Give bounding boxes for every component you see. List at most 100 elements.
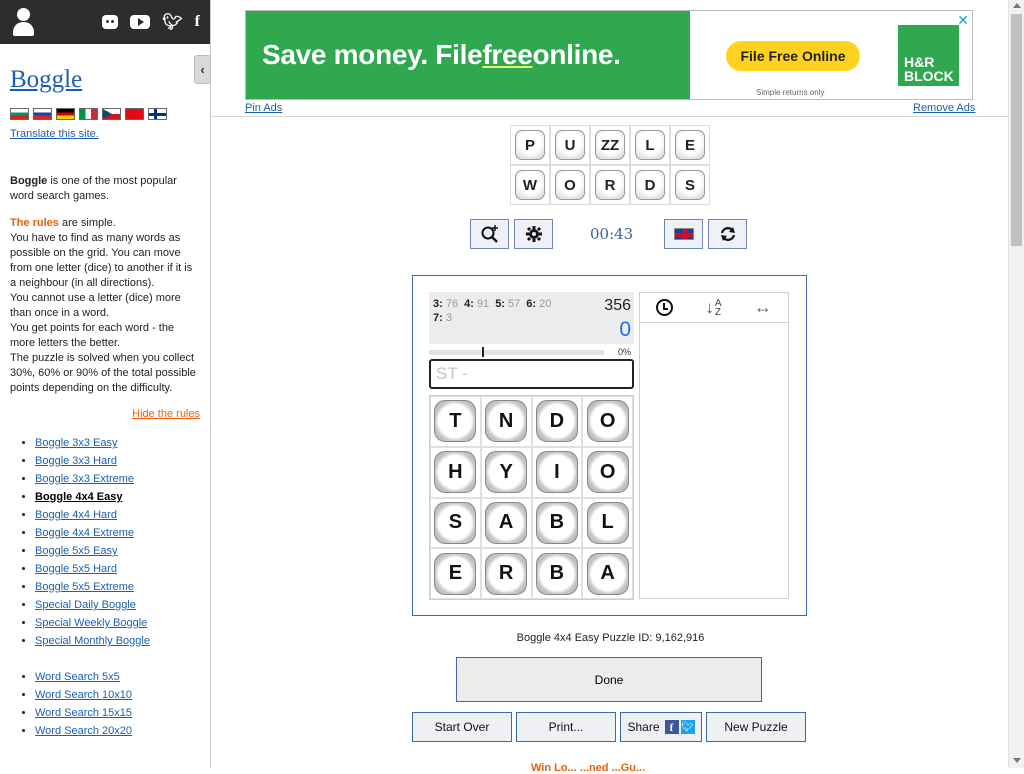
word-length-count: 6: 20 — [526, 298, 552, 310]
remove-ads-link[interactable]: Remove Ads — [913, 102, 975, 114]
sort-alpha-icon[interactable]: ↓ A Z — [705, 298, 721, 317]
game-link[interactable]: Boggle 4x4 Extreme — [35, 527, 134, 539]
grid-cell: S — [430, 497, 481, 549]
site-title[interactable]: Boggle — [10, 66, 82, 94]
grid-cell: B — [531, 548, 583, 599]
logo-tile: P — [510, 125, 550, 165]
letter-die[interactable]: A — [485, 501, 528, 544]
word-search-link[interactable]: Word Search 10x10 — [35, 689, 132, 701]
page-scrollbar[interactable] — [1008, 0, 1024, 768]
rules-body-2: You cannot use a letter (dice) more than… — [10, 292, 181, 319]
letter-die[interactable]: N — [485, 400, 528, 443]
word-search-link[interactable]: Word Search 5x5 — [35, 671, 120, 683]
puzzle-words-logo: P U ZZ L E W O R D S — [510, 125, 710, 205]
scroll-down-icon[interactable] — [1013, 758, 1021, 763]
twitter-icon[interactable]: 🐦︎ — [162, 12, 182, 32]
word-search-list-item: Word Search 20x20 — [35, 722, 200, 740]
clock-icon[interactable] — [656, 299, 674, 316]
letter-die[interactable]: I — [535, 451, 578, 494]
game-link[interactable]: Special Daily Boggle — [35, 599, 136, 611]
share-button[interactable]: Share f 🐦︎ — [620, 712, 702, 742]
game-link[interactable]: Special Monthly Boggle — [35, 635, 150, 647]
word-input[interactable] — [429, 359, 634, 389]
game-list-item: Boggle 4x4 Extreme — [35, 524, 200, 542]
scroll-up-icon[interactable] — [1013, 3, 1021, 8]
ad-cta-button[interactable]: File Free Online — [726, 41, 860, 71]
ad-banner[interactable]: Save money. File free online. File Free … — [245, 10, 973, 100]
flag-turkish-icon[interactable] — [125, 108, 144, 120]
letter-die[interactable]: D — [535, 400, 578, 443]
game-link[interactable]: Boggle 5x5 Hard — [35, 563, 117, 575]
game-link[interactable]: Boggle 4x4 Easy — [35, 491, 122, 503]
scroll-thumb[interactable] — [1011, 14, 1022, 246]
letter-die[interactable]: A — [586, 552, 629, 595]
letter-die[interactable]: E — [434, 552, 477, 595]
flag-bulgarian-icon[interactable] — [10, 108, 29, 120]
rules-body: You have to find as many words as possib… — [10, 232, 193, 289]
start-over-button[interactable]: Start Over — [412, 712, 512, 742]
refresh-button[interactable] — [708, 219, 747, 249]
letter-die[interactable]: B — [535, 552, 578, 595]
facebook-share-icon[interactable]: f — [664, 720, 679, 734]
game-list-item: Boggle 5x5 Extreme — [35, 578, 200, 596]
word-length-count: 5: 57 — [495, 298, 521, 310]
twitter-share-icon[interactable]: 🐦︎ — [680, 720, 695, 734]
rules-text: The rules are simple. — [10, 217, 116, 229]
grid-cell: H — [430, 446, 481, 498]
letter-die[interactable]: O — [586, 400, 629, 443]
grid-cell: I — [531, 446, 583, 498]
game-link[interactable]: Boggle 3x3 Hard — [35, 455, 117, 467]
letter-die[interactable]: O — [586, 451, 629, 494]
sidebar: 🐦︎ f Boggle Translate this site. Boggle … — [0, 0, 211, 768]
new-puzzle-button[interactable]: New Puzzle — [706, 712, 806, 742]
word-search-list-item: Word Search 15x15 — [35, 704, 200, 722]
done-button[interactable]: Done — [456, 657, 762, 702]
language-button[interactable] — [664, 219, 703, 249]
uk-flag-icon — [673, 228, 694, 240]
word-search-list-item: Word Search 5x5 — [35, 668, 200, 686]
game-list: Boggle 3x3 Easy Boggle 3x3 Hard Boggle 3x3… — [10, 434, 200, 650]
ad-small-text: Simple returns only — [756, 88, 825, 97]
user-icon[interactable] — [10, 6, 38, 38]
letter-die[interactable]: S — [434, 501, 477, 544]
game-link[interactable]: Boggle 3x3 Extreme — [35, 473, 134, 485]
word-search-link[interactable]: Word Search 15x15 — [35, 707, 132, 719]
hint-button[interactable] — [470, 219, 509, 249]
hide-rules-link[interactable]: Hide the rules — [10, 408, 200, 420]
word-length-count: 4: 91 — [464, 298, 490, 310]
game-link[interactable]: Boggle 5x5 Extreme — [35, 581, 134, 593]
letter-die[interactable]: L — [586, 501, 629, 544]
letter-die[interactable]: T — [434, 400, 477, 443]
gear-icon — [525, 226, 542, 242]
expand-width-icon[interactable]: ↔ — [754, 297, 772, 318]
ad-close-icon[interactable]: ✕ — [957, 12, 969, 29]
flag-german-icon[interactable] — [56, 108, 75, 120]
translate-link[interactable]: Translate this site. — [10, 128, 99, 140]
timer: 00:43 — [590, 225, 634, 243]
game-link[interactable]: Boggle 3x3 Easy — [35, 437, 118, 449]
letter-die[interactable]: R — [485, 552, 528, 595]
social-bar: 🐦︎ f — [0, 0, 210, 44]
collapse-sidebar-button[interactable]: ‹ — [194, 55, 211, 84]
facebook-icon[interactable]: f — [195, 13, 200, 31]
pin-ads-link[interactable]: Pin Ads — [245, 102, 282, 114]
letter-die[interactable]: B — [535, 501, 578, 544]
flag-finnish-icon[interactable] — [148, 108, 167, 120]
settings-button[interactable] — [514, 219, 553, 249]
discord-icon[interactable] — [102, 15, 119, 29]
total-points: 356 — [604, 297, 631, 314]
flag-italian-icon[interactable] — [79, 108, 98, 120]
game-list-item: Special Weekly Boggle — [35, 614, 200, 632]
words-panel-header: ↓ A Z ↔ — [640, 293, 788, 323]
letter-die[interactable]: Y — [485, 451, 528, 494]
flag-czech-icon[interactable] — [102, 108, 121, 120]
game-link[interactable]: Boggle 4x4 Hard — [35, 509, 117, 521]
print-button[interactable]: Print... — [516, 712, 616, 742]
flag-russian-icon[interactable] — [33, 108, 52, 120]
game-link[interactable]: Boggle 5x5 Easy — [35, 545, 118, 557]
letter-die[interactable]: H — [434, 451, 477, 494]
grid-cell: A — [480, 497, 532, 549]
word-search-link[interactable]: Word Search 20x20 — [35, 725, 132, 737]
game-link[interactable]: Special Weekly Boggle — [35, 617, 147, 629]
youtube-icon[interactable] — [130, 15, 151, 29]
